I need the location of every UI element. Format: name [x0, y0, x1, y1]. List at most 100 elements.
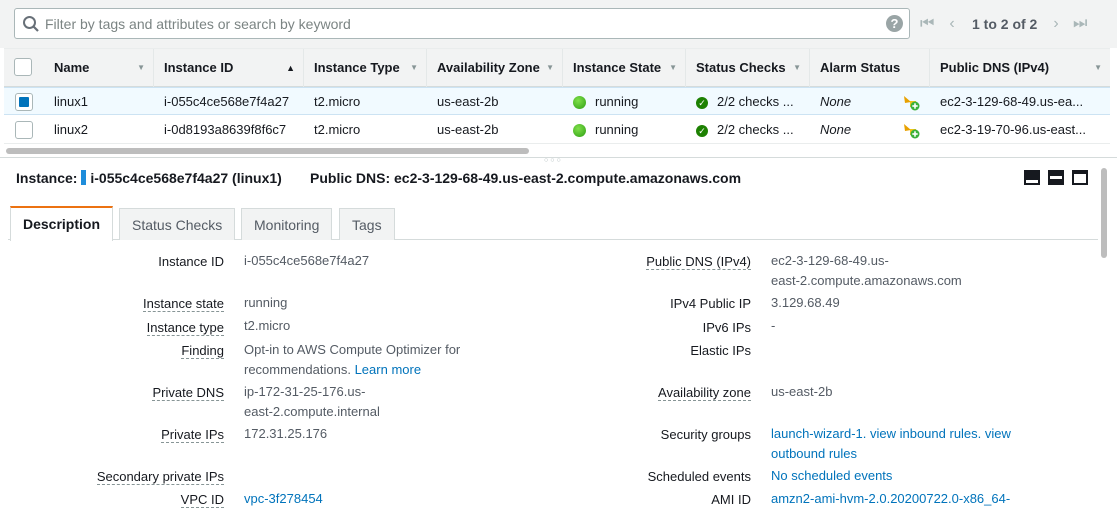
sort-icon: ▼ [793, 63, 801, 72]
field-label: Instance state [143, 296, 224, 312]
row-instance-id: i-055c4ce568e7f4a27 [164, 94, 290, 109]
field-value: Opt-in to AWS Compute Optimizer for reco… [244, 342, 461, 377]
tab-status-checks[interactable]: Status Checks [119, 208, 236, 240]
search-icon [23, 16, 39, 32]
layout-split-icon[interactable] [1048, 170, 1064, 185]
field-label: Instance type [146, 320, 224, 336]
learn-more-link[interactable]: Learn more [355, 362, 421, 377]
pagination-text: 1 to 2 of 2 [972, 16, 1038, 32]
column-instance-type[interactable]: Instance Type ▼ [304, 49, 427, 87]
sort-icon: ▼ [546, 63, 554, 72]
row-instance-id: i-0d8193a8639f8f6c7 [164, 122, 287, 137]
check-ok-icon: ✓ [696, 124, 708, 137]
last-page-icon[interactable]: ⏭ [1073, 15, 1087, 33]
ami-id-link[interactable]: amzn2-ami-hvm-2.0.20200722.0-x86_64- [771, 491, 1010, 506]
tab-monitoring[interactable]: Monitoring [241, 208, 333, 240]
table-row[interactable]: linux2 i-0d8193a8639f8f6c7 t2.micro us-e… [4, 116, 1110, 144]
field-label: AMI ID [711, 492, 751, 507]
scheduled-events-link[interactable]: No scheduled events [771, 468, 892, 483]
column-status-checks[interactable]: Status Checks ▼ [686, 49, 810, 87]
field-value: ec2-3-129-68-49.us- east-2.compute.amazo… [771, 253, 962, 288]
row-status-checks[interactable]: ✓ 2/2 checks ... [696, 116, 808, 144]
help-icon[interactable]: ? [886, 15, 903, 32]
search-placeholder: Filter by tags and attributes or search … [45, 16, 351, 32]
vertical-scrollbar[interactable] [1101, 168, 1107, 258]
column-instance-id[interactable]: Instance ID ▲ [154, 49, 304, 87]
row-instance-type: t2.micro [314, 122, 361, 137]
table-header: Name ▼ Instance ID ▲ Instance Type ▼ Availa… [4, 48, 1110, 87]
field-label: IPv4 Public IP [670, 296, 751, 311]
column-name[interactable]: Name ▼ [44, 49, 154, 87]
layout-full-icon[interactable] [1072, 170, 1088, 185]
column-instance-state[interactable]: Instance State ▼ [563, 49, 686, 87]
first-page-icon[interactable]: ⏮ [920, 15, 934, 33]
layout-bottom-icon[interactable] [1024, 170, 1040, 185]
field-label: Instance ID [158, 254, 224, 269]
field-label: Public DNS (IPv4) [646, 254, 751, 270]
row-status-checks[interactable]: ✓ 2/2 checks ... [696, 88, 808, 116]
tab-description[interactable]: Description [10, 206, 114, 241]
sort-asc-icon: ▲ [286, 63, 295, 73]
row-az: us-east-2b [437, 122, 499, 137]
field-value: 3.129.68.49 [771, 295, 840, 310]
row-state: running [573, 116, 683, 144]
next-page-icon[interactable]: › [1049, 15, 1063, 33]
horizontal-scrollbar[interactable] [6, 148, 529, 154]
resize-handle-icon[interactable]: ○○○ [544, 157, 563, 164]
field-value: vpc-3f278454 [244, 489, 323, 509]
field-value: - [771, 318, 776, 333]
row-state: running [573, 88, 683, 116]
field-value: amzn2-ami-hvm-2.0.20200722.0-x86_64- [771, 489, 1010, 509]
detail-dns-title: Public DNS: ec2-3-129-68-49.us-east-2.co… [310, 170, 742, 186]
prev-page-icon[interactable]: ‹ [945, 15, 959, 33]
column-alarm-status[interactable]: Alarm Status [810, 49, 930, 87]
tab-tags[interactable]: Tags [339, 208, 395, 240]
row-az: us-east-2b [437, 94, 499, 109]
running-status-icon [573, 96, 586, 110]
select-all-checkbox[interactable] [14, 58, 32, 76]
running-status-icon [573, 124, 586, 138]
row-checkbox[interactable] [15, 121, 33, 139]
row-public-dns: ec2-3-129-68-49.us-ea... [940, 94, 1084, 109]
field-label: Security groups [660, 427, 751, 442]
field-label: Private DNS [152, 385, 224, 401]
outbound-rules-link[interactable]: outbound rules [771, 446, 857, 461]
field-value: us-east-2b [771, 384, 833, 399]
field-value: running [244, 295, 288, 310]
search-input[interactable]: Filter by tags and attributes or search … [14, 8, 910, 39]
row-alarm-status: None [820, 94, 852, 109]
field-value: ip-172-31-25-176.us- east-2.compute.inte… [244, 384, 380, 419]
row-alarm-status: None [820, 122, 852, 137]
sort-icon: ▼ [669, 63, 677, 72]
create-alarm-icon[interactable] [902, 93, 920, 111]
check-ok-icon: ✓ [696, 96, 708, 109]
security-group-link[interactable]: launch-wizard-1. view inbound rules. vie… [771, 426, 1011, 441]
create-alarm-icon[interactable] [902, 121, 920, 139]
table-row[interactable]: linux1 i-055c4ce568e7f4a27 t2.micro us-e… [4, 87, 1110, 115]
row-name: linux1 [54, 94, 88, 109]
column-availability-zone[interactable]: Availability Zone ▼ [427, 49, 563, 87]
column-public-dns[interactable]: Public DNS (IPv4) ▼ [930, 49, 1110, 87]
field-label: Secondary private IPs [96, 469, 224, 485]
field-label: Private IPs [161, 427, 224, 443]
row-instance-type: t2.micro [314, 94, 361, 109]
sort-icon: ▼ [410, 63, 418, 72]
pagination: ⏮ ‹ 1 to 2 of 2 › ⏭ [918, 10, 1108, 38]
field-value: 172.31.25.176 [244, 426, 328, 441]
filter-toolbar: Filter by tags and attributes or search … [0, 0, 1117, 48]
field-label: Finding [181, 343, 224, 359]
field-label: VPC ID [180, 492, 224, 508]
field-label: Elastic IPs [690, 343, 751, 358]
field-value: launch-wizard-1. view inbound rules. vie… [771, 424, 1011, 464]
row-name: linux2 [54, 122, 88, 137]
detail-tabs: Description Status Checks Monitoring Tag… [8, 206, 1098, 241]
detail-instance-title: Instance: i-055c4ce568e7f4a27 (linux1) [16, 170, 282, 186]
field-value: t2.micro [244, 318, 291, 333]
field-label: Scheduled events [647, 469, 751, 484]
row-checkbox[interactable] [15, 93, 33, 111]
vpc-link[interactable]: vpc-3f278454 [244, 491, 323, 506]
sort-icon: ▼ [137, 63, 145, 72]
field-label: IPv6 IPs [702, 320, 751, 335]
row-public-dns: ec2-3-19-70-96.us-east... [940, 122, 1086, 137]
sort-icon: ▼ [1094, 63, 1102, 72]
